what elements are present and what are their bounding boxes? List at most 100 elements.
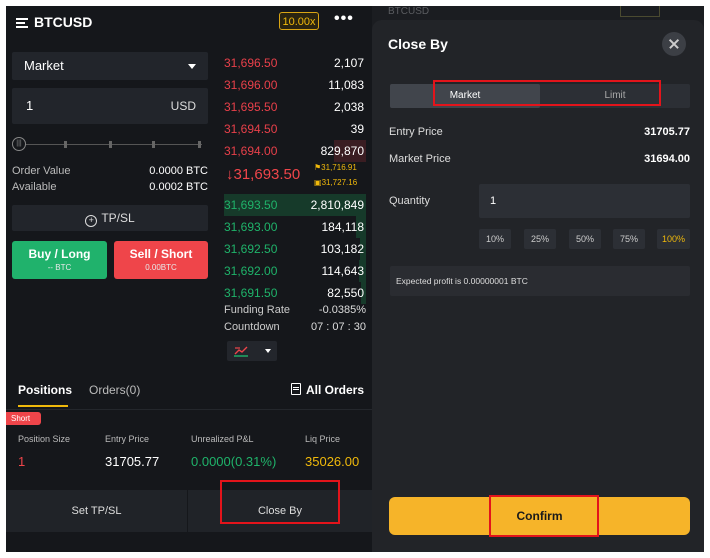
all-orders-link[interactable]: All Orders: [291, 383, 364, 397]
slider-handle[interactable]: |||: [12, 137, 26, 151]
buy-label: Buy / Long: [28, 247, 91, 261]
bid-row[interactable]: 31,692.50 103,182: [224, 238, 366, 260]
set-tpsl-button[interactable]: Set TP/SL: [6, 490, 187, 532]
quantity-input[interactable]: 1: [479, 184, 690, 218]
market-price-value: 31694.00: [644, 153, 690, 165]
ask-price: 31,694.50: [224, 122, 278, 136]
position-size-value: 1: [18, 454, 26, 469]
tab-orders[interactable]: Orders(0): [89, 383, 140, 397]
percent-100[interactable]: 100%: [657, 229, 690, 249]
close-by-modal-screen: BTCUSD Close By Market Limit Entry Price…: [372, 6, 704, 552]
entry-price-value: 31705.77: [644, 126, 690, 138]
index-price: ▣31,727.16: [314, 178, 357, 187]
buy-sub: -- BTC: [47, 263, 72, 272]
bid-qty: 184,118: [321, 220, 365, 234]
quantity-label: Quantity: [389, 195, 430, 207]
expected-profit: Expected profit is 0.00000001 BTC: [390, 266, 690, 296]
bid-qty: 114,643: [321, 264, 365, 278]
quantity-input[interactable]: 1 USD: [12, 88, 208, 124]
quantity-unit: USD: [170, 99, 196, 113]
countdown-label: Countdown: [224, 321, 280, 333]
ask-qty: 829,870: [320, 144, 364, 158]
order-value: 0.0000 BTC: [149, 165, 208, 177]
ask-row[interactable]: 31,696.00 11,083: [224, 74, 366, 96]
bid-price: 31,692.50: [224, 242, 278, 256]
tpsl-button[interactable]: + TP/SL: [12, 205, 208, 231]
ask-qty: 11,083: [328, 78, 364, 92]
ask-qty: 2,107: [333, 56, 364, 70]
order-type-value: Market: [24, 58, 64, 73]
caret-down-icon: [188, 64, 196, 69]
funding-rate-label: Funding Rate: [224, 304, 291, 316]
segment-highlight: [433, 80, 661, 106]
slider-tick: [198, 141, 201, 148]
mark-price-value: 31,716.91: [321, 163, 357, 172]
mark-price: ⚑31,716.91: [314, 163, 357, 172]
entry-price-value: 31705.77: [105, 454, 160, 469]
countdown-value: 07 : 07 : 30: [310, 321, 366, 333]
plus-circle-icon: +: [85, 215, 98, 227]
confirm-highlight: [489, 495, 599, 537]
ask-price: 31,695.50: [224, 100, 278, 114]
bid-price: 31,693.00: [224, 220, 278, 234]
bid-row[interactable]: 31,691.50 82,550: [224, 282, 366, 304]
percent-50[interactable]: 50%: [569, 229, 601, 249]
last-price: ↓31,693.50: [226, 166, 301, 183]
divider: [6, 409, 372, 410]
percent-75[interactable]: 75%: [613, 229, 645, 249]
active-tab-indicator: [18, 405, 68, 407]
liq-price-value: 35026.00: [305, 454, 360, 469]
document-icon: [291, 383, 301, 395]
chart-icon: [234, 346, 248, 357]
bid-qty: 82,550: [327, 286, 364, 300]
ask-qty: 39: [350, 122, 364, 136]
market-price-label: Market Price: [389, 153, 451, 165]
sell-sub: 0.00BTC: [145, 263, 177, 272]
all-orders-label: All Orders: [306, 383, 365, 397]
ask-qty: 2,038: [333, 100, 364, 114]
percent-25[interactable]: 25%: [524, 229, 556, 249]
slider-tick: [152, 141, 155, 148]
entry-price-label: Entry Price: [389, 126, 443, 138]
bid-price: 31,692.00: [224, 264, 278, 278]
ask-row[interactable]: 31,695.50 2,038: [224, 96, 366, 118]
sell-label: Sell / Short: [129, 247, 193, 261]
leverage-badge[interactable]: 10.00x: [279, 12, 319, 30]
more-icon[interactable]: •••: [334, 10, 354, 28]
ask-row[interactable]: 31,694.00 829,870: [224, 140, 366, 162]
slider-tick: [64, 141, 67, 148]
trading-panel: BTCUSD 10.00x ••• Market 1 USD ||| Order…: [6, 6, 372, 552]
background-badge: [620, 6, 660, 17]
bid-row[interactable]: 31,693.50 2,810,849: [224, 194, 366, 216]
funding-rate-value: -0.0385%: [318, 304, 366, 316]
bid-row[interactable]: 31,692.00 114,643: [224, 260, 366, 282]
ask-row[interactable]: 31,694.50 39: [224, 118, 366, 140]
bid-price: 31,691.50: [224, 286, 278, 300]
buy-long-button[interactable]: Buy / Long -- BTC: [12, 241, 107, 279]
bid-qty: 103,182: [320, 242, 364, 256]
bid-row[interactable]: 31,693.00 184,118: [224, 216, 366, 238]
symbol-selector[interactable]: BTCUSD: [16, 14, 92, 30]
bid-price: 31,693.50: [224, 198, 278, 212]
unrealized-pnl-header: Unrealized P&L: [191, 434, 254, 444]
percent-10[interactable]: 10%: [479, 229, 511, 249]
index-icon: ▣: [314, 178, 322, 187]
unrealized-pnl-value: 0.0000(0.31%): [191, 454, 277, 469]
depth-chart-selector[interactable]: [227, 341, 277, 361]
available-label: Available: [12, 181, 57, 193]
close-icon[interactable]: [662, 32, 686, 56]
caret-down-icon: [265, 349, 271, 353]
symbol-label: BTCUSD: [34, 14, 93, 30]
position-side-badge: Short: [6, 412, 41, 425]
order-type-select[interactable]: Market: [12, 52, 208, 80]
ask-price: 31,696.00: [224, 78, 278, 92]
sell-short-button[interactable]: Sell / Short 0.00BTC: [114, 241, 208, 279]
order-value-label: Order Value: [12, 165, 71, 177]
menu-icon: [16, 17, 28, 28]
ask-row[interactable]: 31,696.50 2,107: [224, 52, 366, 74]
ask-price: 31,694.00: [224, 144, 278, 158]
sheet-title: Close By: [388, 36, 448, 52]
close-by-highlight: [220, 480, 340, 524]
tab-positions[interactable]: Positions: [18, 383, 72, 397]
quantity-value: 1: [26, 98, 34, 113]
